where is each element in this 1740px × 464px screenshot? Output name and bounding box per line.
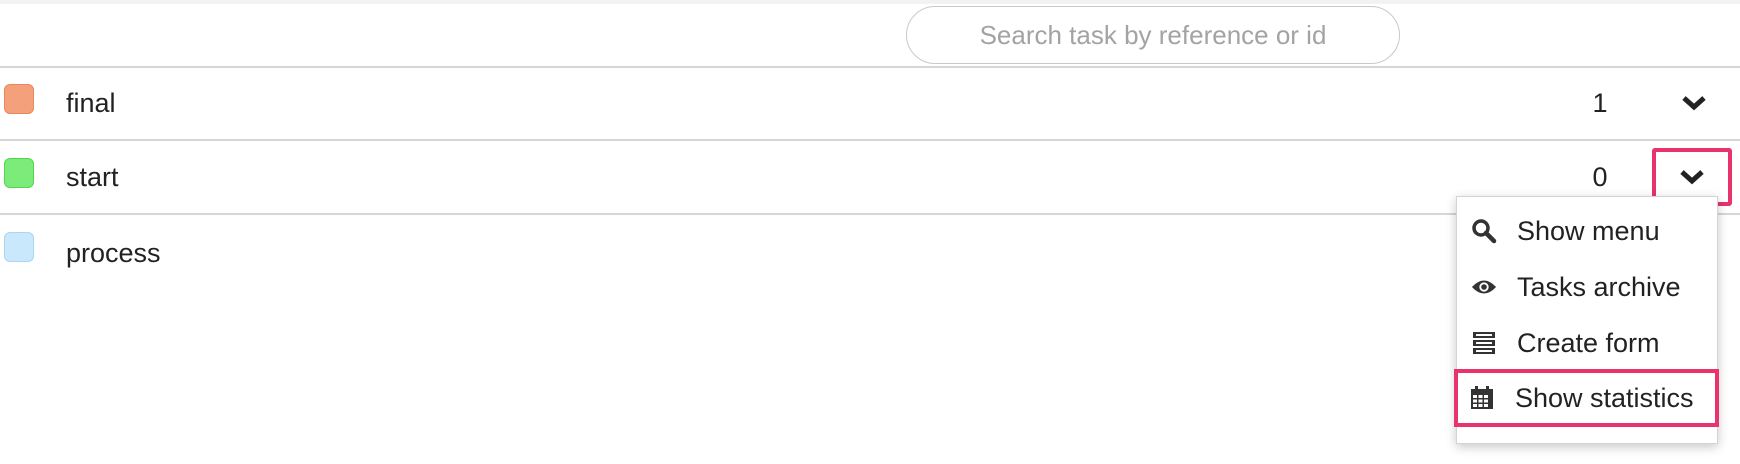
- row-label: start: [66, 162, 119, 192]
- menu-item-label: Create form: [1517, 327, 1660, 358]
- menu-item-label: Show statistics: [1515, 382, 1694, 413]
- menu-item-show-statistics[interactable]: Show statistics: [1454, 369, 1719, 427]
- menu-item-tasks-archive[interactable]: Tasks archive: [1457, 259, 1719, 315]
- top-strip: [0, 0, 1740, 4]
- menu-item-create-form[interactable]: Create form: [1457, 315, 1719, 371]
- row-dropdown-button[interactable]: [1668, 77, 1720, 129]
- row-count: 1: [1592, 88, 1608, 118]
- form-icon: [1471, 330, 1497, 356]
- eye-icon: [1471, 274, 1497, 300]
- status-color-swatch: [4, 158, 34, 188]
- row-label: final: [66, 88, 116, 118]
- search-input[interactable]: [906, 6, 1400, 64]
- calendar-icon: [1469, 385, 1495, 411]
- row-actions-menu: Show menu Tasks archive Create form Show…: [1454, 196, 1719, 444]
- menu-item-label: Tasks archive: [1517, 271, 1681, 302]
- task-list-view: final 1 start 0 process: [0, 0, 1740, 464]
- row-label: process: [66, 238, 161, 268]
- list-item[interactable]: final 1: [0, 67, 1740, 139]
- search-icon: [1471, 218, 1497, 244]
- row-count: 0: [1592, 162, 1608, 192]
- chevron-down-icon: [1680, 170, 1704, 185]
- status-color-swatch: [4, 84, 34, 114]
- status-color-swatch: [4, 232, 34, 262]
- chevron-down-icon: [1682, 96, 1706, 111]
- menu-item-label: Show menu: [1517, 215, 1660, 246]
- menu-item-show-menu[interactable]: Show menu: [1457, 203, 1719, 259]
